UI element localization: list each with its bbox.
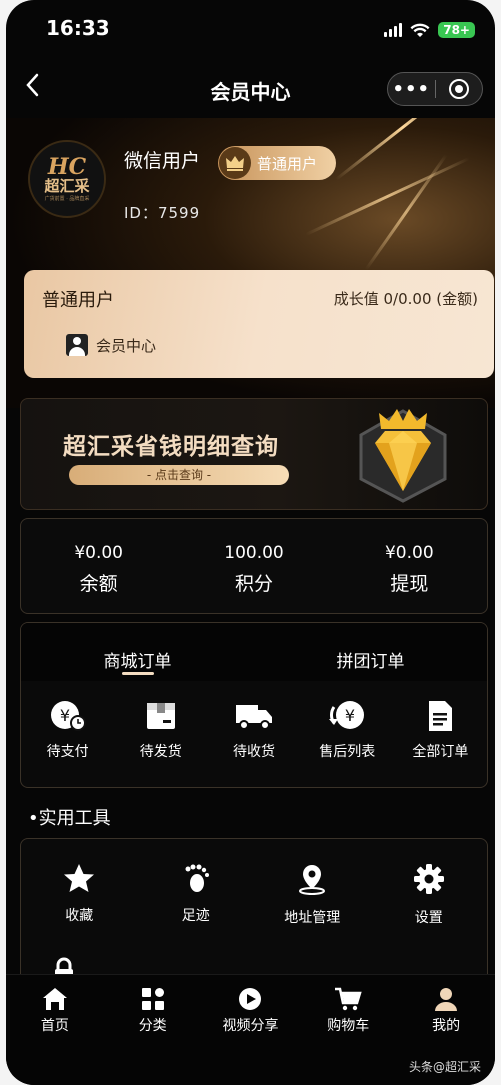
person-icon: [66, 334, 88, 356]
order-to-ship-label: 待发货: [139, 744, 182, 760]
crown-icon: [219, 147, 251, 179]
tab-home[interactable]: 首页: [6, 975, 104, 1085]
nav-bar: 会员中心 •••: [6, 58, 495, 118]
yen-return-icon: ¥: [329, 701, 365, 729]
username: 微信用户: [124, 150, 201, 172]
wifi-icon: [410, 23, 430, 37]
tool-favorites[interactable]: 收藏: [21, 863, 138, 927]
play-icon: [239, 988, 262, 1010]
decor-streak: [364, 153, 448, 271]
order-pending-payment-label: 待支付: [46, 744, 89, 760]
tab-mine-label: 我的: [432, 1018, 461, 1034]
profile-header: HC 超汇采 广货前置 · 品牌直采 微信用户 普通用户 ID：7599 普通用…: [6, 118, 495, 408]
tool-settings-label: 设置: [414, 910, 443, 926]
tab-home-label: 首页: [40, 1018, 69, 1034]
tab-category[interactable]: 分类: [104, 975, 202, 1085]
level-badge: 普通用户: [218, 146, 336, 180]
location-pin-icon: [299, 865, 326, 895]
member-center-link[interactable]: 会员中心: [66, 334, 156, 356]
mini-program-capsule: •••: [387, 72, 483, 106]
level-badge-label: 普通用户: [257, 154, 318, 173]
withdraw-label: 提现: [390, 573, 429, 595]
svg-text:¥: ¥: [60, 706, 70, 725]
logo-tagline: 广货前置 · 品牌直采: [44, 196, 90, 202]
truck-icon: [236, 705, 272, 730]
balance-label: 余额: [79, 573, 118, 595]
user-icon: [435, 988, 458, 1011]
wallet-summary: ¥0.00 余额 100.00 积分 ¥0.00 提现: [20, 518, 488, 614]
tool-address[interactable]: 地址管理: [254, 863, 371, 927]
tab-cart[interactable]: 购物车: [299, 975, 397, 1085]
order-to-receive[interactable]: 待收货: [207, 699, 300, 761]
signal-icon: [384, 23, 403, 37]
yen-clock-icon: ¥: [50, 701, 86, 731]
member-center-label: 会员中心: [96, 336, 157, 355]
orders-panel: 商城订单 拼团订单 ¥ 待支付 待发货 待收货 ¥ 售后列表 全部订单: [20, 622, 488, 788]
phone-screen: 16:33 78+ 会员中心 ••• HC 超汇采 广货前置 · 品牌直采 微信…: [6, 0, 495, 1085]
logo-name: 超汇采: [44, 177, 90, 195]
order-status-row: ¥ 待支付 待发货 待收货 ¥ 售后列表 全部订单: [21, 681, 487, 761]
wallet-points[interactable]: 100.00 积分: [176, 519, 331, 613]
category-icon: [141, 988, 164, 1010]
user-id: ID：7599: [124, 204, 201, 222]
star-icon: [64, 864, 95, 892]
package-icon: [146, 703, 175, 729]
svg-text:¥: ¥: [345, 706, 355, 725]
crown-diamond-icon: [359, 409, 447, 503]
status-bar: 16:33 78+: [6, 0, 495, 58]
order-all[interactable]: 全部订单: [394, 699, 487, 761]
wallet-balance[interactable]: ¥0.00 余额: [21, 519, 176, 613]
promo-title: 超汇采省钱明细查询: [63, 434, 279, 460]
status-time: 16:33: [46, 16, 110, 40]
withdraw-value: ¥0.00: [384, 543, 434, 563]
tool-settings[interactable]: 设置: [371, 863, 488, 927]
query-button[interactable]: - 点击查询 -: [69, 465, 289, 485]
points-label: 积分: [234, 573, 273, 595]
bottom-tab-bar: 首页 分类 视频分享 购物车 我的 头条@超汇采: [6, 974, 495, 1085]
order-after-sales[interactable]: ¥ 售后列表: [301, 699, 394, 761]
savings-query-banner[interactable]: 超汇采省钱明细查询 - 点击查询 -: [20, 398, 488, 510]
order-to-ship[interactable]: 待发货: [114, 699, 207, 761]
points-value: 100.00: [224, 543, 284, 563]
balance-value: ¥0.00: [74, 543, 123, 563]
tools-section-title: •实用工具: [28, 808, 111, 829]
footprint-icon: [185, 864, 209, 892]
home-icon: [42, 988, 67, 1010]
target-icon[interactable]: [435, 79, 482, 99]
cart-icon: [335, 987, 362, 1011]
wallet-withdraw[interactable]: ¥0.00 提现: [332, 519, 487, 613]
order-after-sales-label: 售后列表: [319, 744, 376, 760]
more-dots-icon[interactable]: •••: [388, 79, 435, 100]
order-to-receive-label: 待收货: [233, 744, 275, 760]
growth-value: 成长值 0/0.00 (金额): [333, 290, 478, 308]
decor-streak: [335, 118, 471, 181]
order-tabs: 商城订单 拼团订单: [21, 623, 487, 681]
tool-address-label: 地址管理: [284, 910, 341, 926]
tools-row: 收藏 足迹 地址管理 设置: [21, 839, 487, 927]
tool-footprint-label: 足迹: [181, 908, 210, 924]
tab-group-orders[interactable]: 拼团订单: [254, 623, 487, 681]
order-pending-payment[interactable]: ¥ 待支付: [21, 699, 114, 761]
tool-favorites-label: 收藏: [65, 908, 94, 924]
tab-mall-orders[interactable]: 商城订单: [21, 623, 254, 681]
tab-video-share[interactable]: 视频分享: [202, 975, 300, 1085]
gear-icon: [413, 864, 444, 894]
tab-category-label: 分类: [138, 1018, 167, 1034]
document-icon: [429, 701, 453, 731]
tab-cart-label: 购物车: [327, 1018, 370, 1034]
order-all-label: 全部订单: [412, 744, 469, 760]
brand-logo: HC 超汇采 广货前置 · 品牌直采: [28, 140, 106, 218]
battery-icon: 78+: [438, 22, 475, 38]
logo-monogram: HC: [47, 154, 87, 180]
status-icons: 78+: [384, 22, 475, 38]
member-level-card: 普通用户 成长值 0/0.00 (金额) 会员中心: [24, 270, 494, 378]
tab-video-share-label: 视频分享: [222, 1018, 279, 1034]
tool-footprint[interactable]: 足迹: [138, 863, 255, 927]
member-level: 普通用户: [42, 290, 114, 311]
watermark: 头条@超汇采: [408, 1060, 481, 1074]
